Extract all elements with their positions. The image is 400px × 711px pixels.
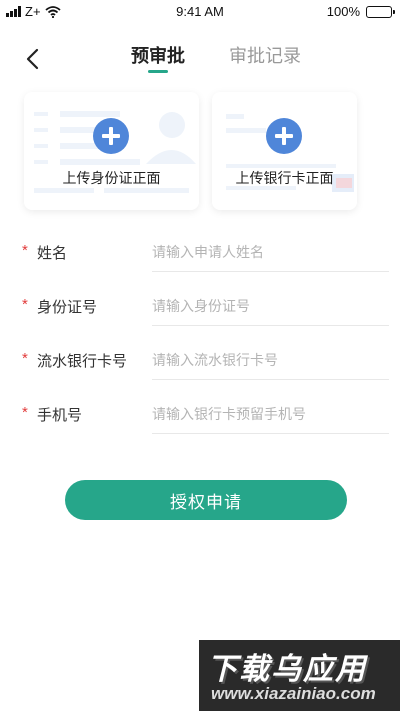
phone-input[interactable] — [152, 394, 389, 434]
status-bar: Z+ 9:41 AM 100% — [0, 0, 400, 24]
required-mark: * — [22, 242, 28, 259]
upload-bank-card[interactable]: 上传银行卡正面 — [212, 92, 357, 210]
id-number-label: 身份证号 — [37, 299, 98, 316]
watermark-url: www.xiazainiao.com — [211, 684, 376, 703]
upload-cards: 上传身份证正面 上传银行卡正面 — [24, 92, 376, 210]
authorize-apply-button[interactable]: 授权申请 — [65, 480, 347, 520]
form-row-phone: * 手机号 — [0, 382, 400, 436]
tab-approval-records[interactable]: 审批记录 — [229, 42, 301, 68]
upload-bank-label: 上传银行卡正面 — [235, 170, 334, 186]
id-number-input[interactable] — [152, 286, 389, 326]
status-right: 100% — [326, 4, 395, 19]
top-nav: 预审批 审批记录 — [0, 32, 400, 80]
upload-id-label: 上传身份证正面 — [62, 170, 161, 186]
back-arrow-icon[interactable] — [20, 46, 46, 72]
upload-bank-plus-icon — [266, 118, 302, 154]
active-tab-indicator — [148, 70, 168, 73]
bank-card-label: 流水银行卡号 — [37, 353, 128, 370]
form-row-name: * 姓名 — [0, 220, 400, 274]
phone-label: 手机号 — [37, 407, 83, 424]
required-mark: * — [22, 404, 28, 421]
form-row-id-number: * 身份证号 — [0, 274, 400, 328]
upload-id-card[interactable]: 上传身份证正面 — [24, 92, 199, 210]
upload-id-plus-icon — [93, 118, 129, 154]
name-input[interactable] — [152, 232, 389, 272]
watermark-title: 下载乌应用 — [207, 653, 367, 686]
battery-icon — [366, 5, 395, 18]
name-label: 姓名 — [37, 245, 68, 262]
tab-pre-approval[interactable]: 预审批 — [131, 42, 185, 68]
site-watermark: 下载乌应用 www.xiazainiao.com — [199, 640, 400, 711]
form-row-bank-card: * 流水银行卡号 — [0, 328, 400, 382]
required-mark: * — [22, 296, 28, 313]
bank-card-input[interactable] — [152, 340, 389, 380]
battery-percent: 100% — [326, 4, 360, 19]
required-mark: * — [22, 350, 28, 367]
